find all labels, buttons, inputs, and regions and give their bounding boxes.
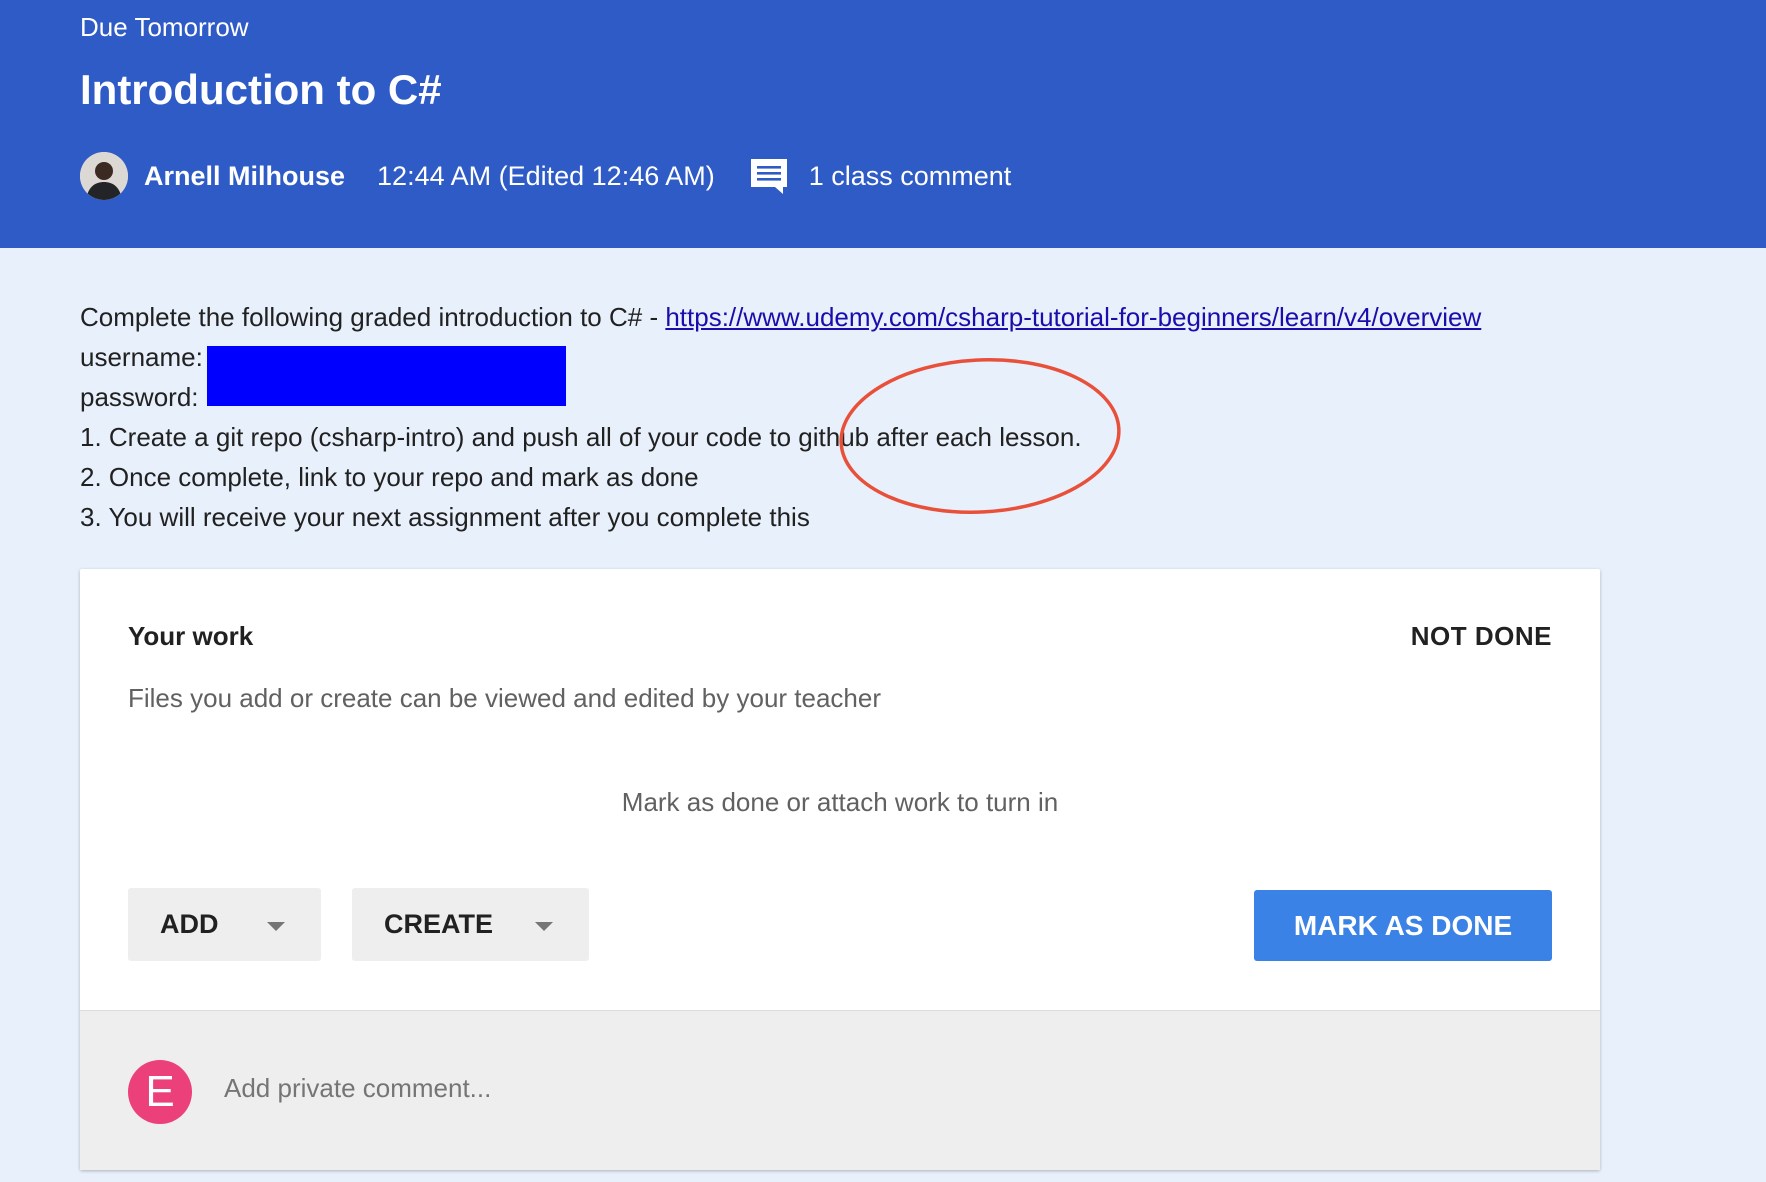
assignment-header: Due Tomorrow Introduction to C# Arnell M… — [0, 0, 1766, 248]
your-work-heading: Your work — [128, 621, 254, 651]
mark-as-done-button[interactable]: MARK AS DONE — [1254, 890, 1552, 961]
step-2: 2. Once complete, link to your repo and … — [80, 462, 699, 492]
intro-text: Complete the following graded introducti… — [80, 302, 666, 332]
private-comment-input[interactable]: Add private comment... — [224, 1073, 491, 1104]
assignment-instructions: Complete the following graded introducti… — [80, 297, 1481, 537]
annotation-circle — [839, 358, 1121, 514]
user-avatar: E — [128, 1060, 192, 1124]
username-label: username: — [80, 342, 203, 372]
author-name[interactable]: Arnell Milhouse — [144, 161, 345, 192]
step-1: 1. Create a git repo (csharp-intro) and … — [80, 422, 1082, 452]
due-label: Due Tomorrow — [80, 12, 249, 42]
add-button[interactable]: ADD — [128, 888, 321, 961]
turn-in-hint: Mark as done or attach work to turn in — [621, 787, 1059, 817]
step-3: 3. You will receive your next assignment… — [80, 502, 810, 532]
mark-as-done-label: MARK AS DONE — [1293, 909, 1513, 941]
username-redaction — [207, 346, 566, 376]
class-comments-link[interactable]: 1 class comment — [809, 161, 1012, 192]
post-timestamp: 12:44 AM (Edited 12:46 AM) — [377, 160, 715, 191]
user-avatar-letter: E — [145, 1067, 175, 1116]
chevron-down-icon — [267, 922, 285, 931]
assignment-meta: Arnell Milhouse 12:44 AM (Edited 12:46 A… — [80, 152, 1011, 200]
add-button-label: ADD — [160, 909, 219, 939]
work-status: NOT DONE — [1410, 621, 1552, 651]
course-link[interactable]: https://www.udemy.com/csharp-tutorial-fo… — [665, 302, 1481, 332]
work-description: Files you add or create can be viewed an… — [128, 683, 882, 713]
password-redaction — [207, 376, 566, 406]
create-button-label: CREATE — [384, 909, 494, 939]
chevron-down-icon — [535, 922, 553, 931]
password-label: password: — [80, 382, 199, 412]
author-avatar[interactable] — [80, 152, 128, 200]
your-work-card: Your work NOT DONE Files you add or crea… — [80, 569, 1600, 1170]
comment-icon[interactable] — [749, 157, 789, 195]
intro-line: Complete the following graded introducti… — [80, 297, 1481, 337]
create-button[interactable]: CREATE — [352, 888, 589, 961]
private-comment-section: E Add private comment... — [80, 1010, 1600, 1170]
assignment-title: Introduction to C# — [80, 66, 442, 113]
